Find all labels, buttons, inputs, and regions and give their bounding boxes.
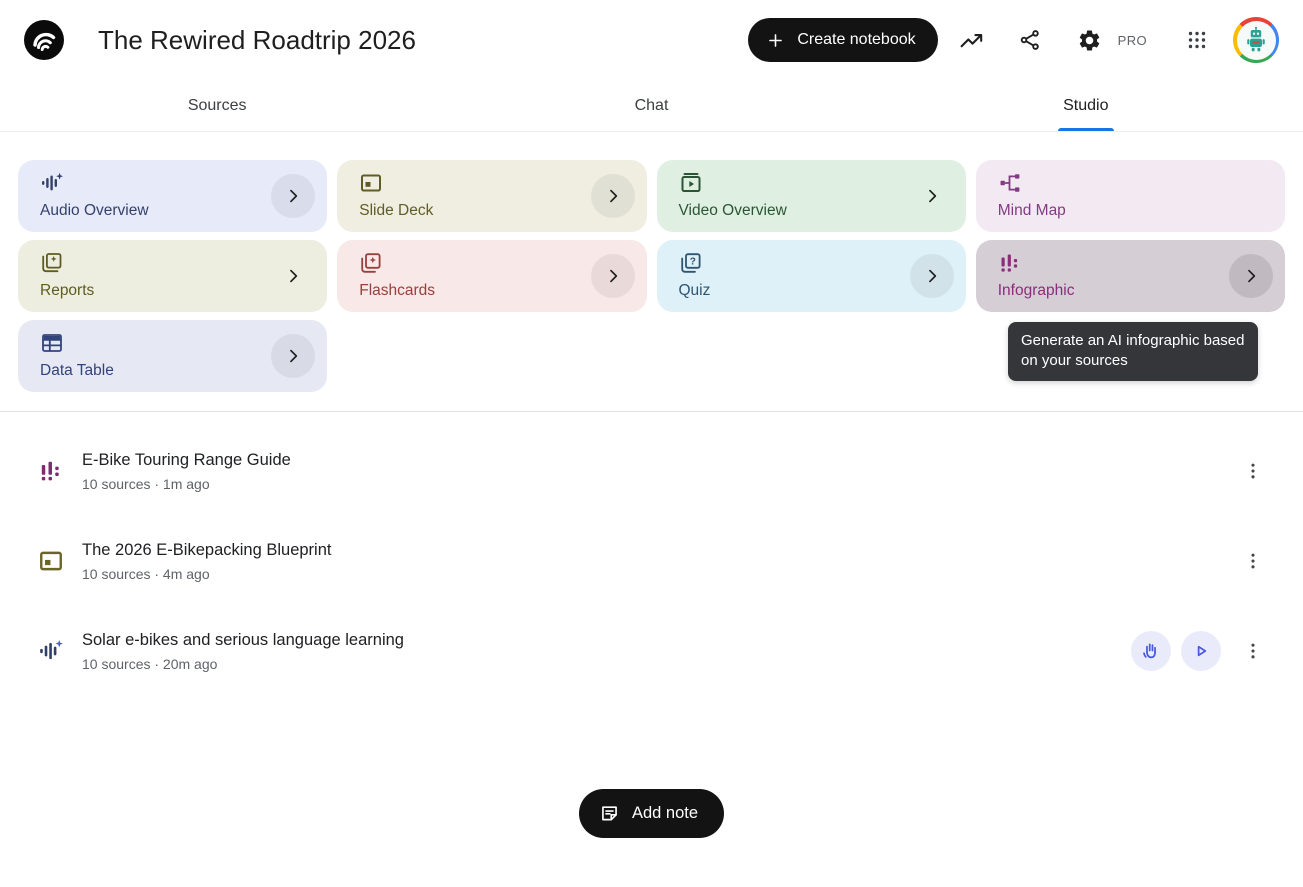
card-open-chevron[interactable]: [271, 254, 315, 298]
interactive-mode-button[interactable]: [1131, 631, 1171, 671]
add-note-button[interactable]: Add note: [579, 789, 724, 838]
artifact-more-menu-button[interactable]: [1233, 631, 1273, 671]
card-open-chevron[interactable]: [591, 174, 635, 218]
mind-map-icon: [998, 171, 1022, 195]
note-icon: [599, 803, 620, 824]
chevron-right-icon: [603, 266, 623, 286]
video-library-icon: [679, 171, 703, 195]
card-label: Audio Overview: [40, 202, 267, 220]
card-label: Video Overview: [679, 202, 906, 220]
chevron-right-icon: [603, 186, 623, 206]
share-icon: [1018, 28, 1042, 52]
card-audio-overview[interactable]: Audio Overview: [18, 160, 327, 232]
card-open-chevron[interactable]: [1229, 254, 1273, 298]
notebook-title[interactable]: The Rewired Roadtrip 2026: [98, 25, 416, 56]
card-label: Slide Deck: [359, 202, 586, 220]
more-vertical-icon: [1242, 640, 1264, 662]
tab-chat-label: Chat: [635, 97, 669, 115]
more-vertical-icon: [1242, 550, 1264, 572]
artifact-title[interactable]: Solar e-bikes and serious language learn…: [82, 629, 404, 651]
card-label: Quiz: [679, 282, 906, 300]
chevron-right-icon: [283, 346, 303, 366]
chevron-right-icon: [283, 186, 303, 206]
slideshow-icon: [359, 171, 383, 195]
card-open-chevron[interactable]: [271, 174, 315, 218]
tab-sources[interactable]: Sources: [0, 80, 434, 131]
play-audio-button[interactable]: [1181, 631, 1221, 671]
settings-button[interactable]: [1070, 20, 1110, 60]
chevron-right-icon: [283, 266, 303, 286]
report-sparkle-icon: [40, 251, 64, 275]
apps-grid-icon: [1185, 28, 1209, 52]
more-vertical-icon: [1242, 460, 1264, 482]
artifact-title[interactable]: The 2026 E-Bikepacking Blueprint: [82, 539, 331, 561]
artifact-meta: 10 sources · 20m ago: [82, 654, 404, 674]
card-mind-map[interactable]: Mind Map: [976, 160, 1285, 232]
settings-gear-icon: [1077, 28, 1102, 53]
play-icon: [1190, 640, 1212, 662]
card-data-table[interactable]: Data Table: [18, 320, 327, 392]
avatar-robot-image: [1237, 21, 1276, 60]
analytics-trending-up-button[interactable]: [952, 20, 992, 60]
artifact-list: E-Bike Touring Range Guide 10 sources · …: [0, 412, 1303, 682]
share-button[interactable]: [1010, 20, 1050, 60]
chevron-right-icon: [922, 186, 942, 206]
trending-up-icon: [959, 28, 984, 53]
artifact-meta: 10 sources · 4m ago: [82, 564, 331, 584]
create-notebook-button[interactable]: Create notebook: [748, 18, 937, 62]
slideshow-icon: [38, 548, 64, 574]
plus-icon: [766, 31, 785, 50]
svg-text:?: ?: [689, 257, 695, 268]
bar-chart-icon: [998, 251, 1022, 275]
infographic-tooltip: Generate an AI infographic based on your…: [1008, 322, 1258, 381]
card-reports[interactable]: Reports: [18, 240, 327, 312]
artifact-row-slide-deck[interactable]: The 2026 E-Bikepacking Blueprint 10 sour…: [24, 530, 1273, 592]
chevron-right-icon: [922, 266, 942, 286]
artifact-row-infographic[interactable]: E-Bike Touring Range Guide 10 sources · …: [24, 440, 1273, 502]
card-open-chevron[interactable]: [271, 334, 315, 378]
card-infographic[interactable]: Infographic: [976, 240, 1285, 312]
create-notebook-label: Create notebook: [797, 31, 915, 49]
notebooklm-logo[interactable]: [24, 20, 64, 60]
card-video-overview[interactable]: Video Overview: [657, 160, 966, 232]
bar-chart-icon: [38, 458, 64, 484]
audio-waveform-sparkle-icon: [40, 171, 64, 195]
card-label: Flashcards: [359, 282, 586, 300]
audio-waveform-sparkle-icon: [38, 638, 64, 664]
artifact-meta: 10 sources · 1m ago: [82, 474, 291, 494]
google-apps-button[interactable]: [1177, 20, 1217, 60]
panel-tabs: Sources Chat Studio: [0, 80, 1303, 132]
add-note-label: Add note: [632, 804, 698, 823]
card-quiz[interactable]: ? Quiz: [657, 240, 966, 312]
tab-studio-label: Studio: [1063, 97, 1108, 115]
tab-studio[interactable]: Studio: [869, 80, 1303, 131]
card-open-chevron[interactable]: [910, 254, 954, 298]
app-header: The Rewired Roadtrip 2026 Create noteboo…: [0, 0, 1303, 80]
data-table-icon: [40, 331, 64, 355]
card-label: Data Table: [40, 362, 267, 380]
card-open-chevron[interactable]: [591, 254, 635, 298]
quiz-cards-icon: ?: [679, 251, 703, 275]
waving-hand-icon: [1140, 640, 1162, 662]
tab-sources-label: Sources: [188, 97, 247, 115]
artifact-more-menu-button[interactable]: [1233, 451, 1273, 491]
card-flashcards[interactable]: Flashcards: [337, 240, 646, 312]
card-label: Mind Map: [998, 202, 1225, 220]
card-open-chevron[interactable]: [910, 174, 954, 218]
card-label: Infographic: [998, 282, 1225, 300]
artifact-title[interactable]: E-Bike Touring Range Guide: [82, 449, 291, 471]
card-label: Reports: [40, 282, 267, 300]
tab-chat[interactable]: Chat: [434, 80, 868, 131]
card-slide-deck[interactable]: Slide Deck: [337, 160, 646, 232]
active-tab-underline: [1058, 128, 1114, 131]
artifact-row-audio-overview[interactable]: Solar e-bikes and serious language learn…: [24, 620, 1273, 682]
pro-badge: PRO: [1118, 33, 1147, 48]
account-avatar[interactable]: [1233, 17, 1279, 63]
artifact-more-menu-button[interactable]: [1233, 541, 1273, 581]
chevron-right-icon: [1241, 266, 1261, 286]
flashcards-star-icon: [359, 251, 383, 275]
